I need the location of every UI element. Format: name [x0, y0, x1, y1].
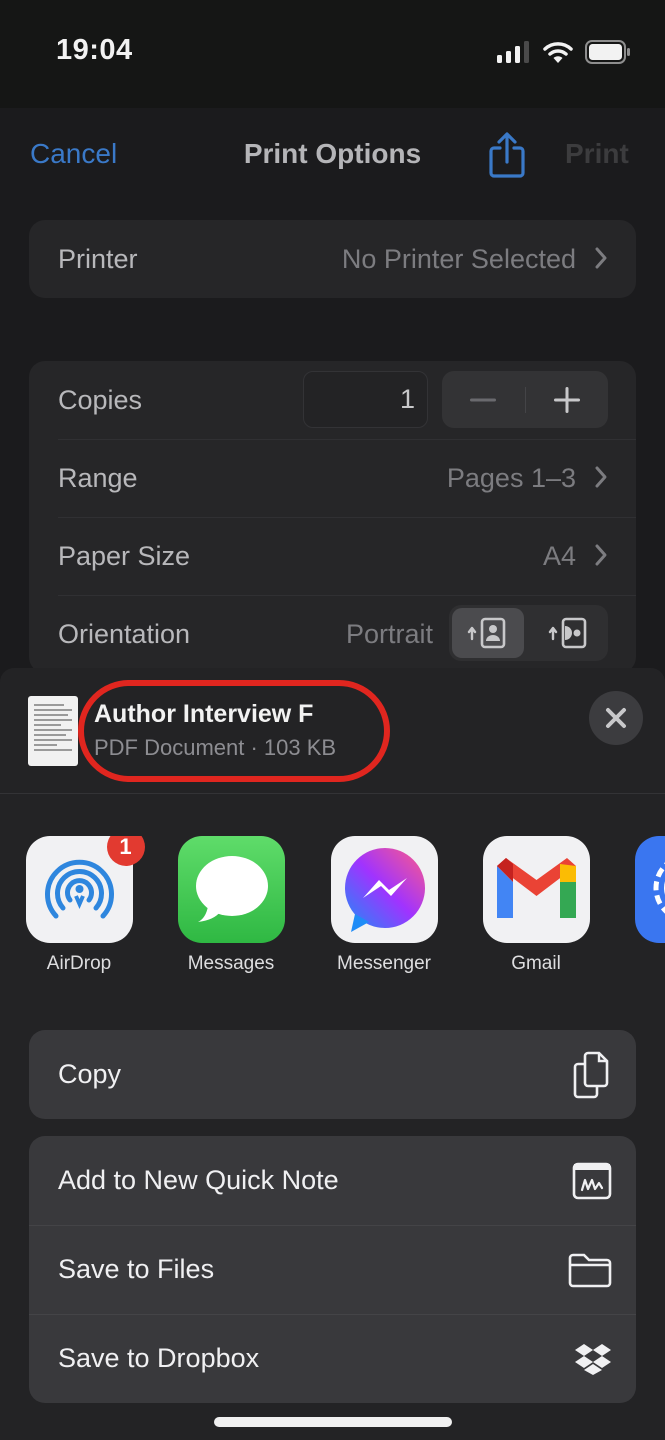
copies-row: Copies 1 — [29, 361, 636, 439]
battery-icon — [585, 40, 630, 64]
close-button[interactable] — [589, 691, 643, 745]
action-label: Add to New Quick Note — [58, 1165, 339, 1195]
document-thumbnail — [28, 696, 78, 766]
dropbox-icon — [574, 1343, 612, 1375]
action-label: Save to Dropbox — [58, 1343, 260, 1373]
save-to-dropbox-action[interactable]: Save to Dropbox — [29, 1314, 636, 1403]
printer-row[interactable]: Printer No Printer Selected — [29, 220, 636, 298]
status-icons — [497, 40, 631, 64]
app-row: 1 AirDrop Messages Messenger Gmail — [0, 836, 665, 986]
printer-label: Printer — [58, 243, 138, 274]
wifi-icon — [543, 42, 573, 63]
app-label: Gmail — [511, 953, 561, 974]
copies-stepper — [442, 371, 608, 428]
print-button[interactable]: Print — [565, 138, 629, 170]
app-signal[interactable]: S — [628, 836, 665, 975]
print-options-sheet: Print Options Cancel Print Printer No Pr… — [0, 108, 665, 708]
printer-value: No Printer Selected — [341, 243, 576, 274]
share-button[interactable] — [488, 132, 526, 183]
portrait-orientation-icon — [467, 617, 506, 649]
paper-size-value: A4 — [542, 540, 576, 571]
portrait-option[interactable] — [452, 608, 524, 658]
chevron-right-icon — [595, 466, 607, 488]
messages-icon — [177, 836, 285, 943]
orientation-value: Portrait — [345, 618, 433, 649]
folder-icon — [568, 1252, 612, 1288]
landscape-orientation-icon — [548, 617, 587, 649]
action-label: Copy — [58, 1059, 122, 1089]
minus-icon — [470, 398, 497, 401]
decrement-button[interactable] — [442, 371, 525, 428]
landscape-option[interactable] — [533, 608, 605, 658]
app-label: Messages — [187, 953, 275, 974]
paper-size-row[interactable]: Paper Size A4 — [29, 517, 636, 595]
action-label: Save to Files — [58, 1254, 215, 1284]
orientation-segmented-control — [449, 605, 608, 661]
copies-label: Copies — [58, 384, 143, 415]
quick-note-action[interactable]: Add to New Quick Note — [29, 1136, 636, 1225]
messenger-icon — [330, 836, 438, 943]
nav-bar: Print Options Cancel Print — [0, 108, 665, 204]
copy-icon — [572, 1051, 612, 1099]
app-gmail[interactable]: Gmail — [476, 836, 596, 975]
range-value: Pages 1–3 — [446, 462, 576, 493]
range-label: Range — [58, 462, 138, 493]
app-label: S — [628, 953, 665, 975]
gmail-icon — [482, 836, 590, 943]
cancel-button[interactable]: Cancel — [30, 138, 117, 170]
close-icon — [606, 708, 626, 728]
copy-action[interactable]: Copy — [29, 1030, 636, 1119]
chevron-right-icon — [595, 247, 607, 269]
print-settings-group: Copies 1 Range Pages 1–3 Paper Size A4 O… — [29, 361, 636, 673]
copies-input[interactable]: 1 — [303, 371, 428, 428]
paper-size-label: Paper Size — [58, 540, 191, 571]
share-sheet: Author Interview F PDF Document · 103 KB… — [0, 668, 665, 1440]
status-time: 19:04 — [56, 34, 133, 66]
app-label: AirDrop — [46, 953, 112, 974]
status-bar: 19:04 — [0, 0, 665, 108]
home-indicator[interactable] — [214, 1417, 452, 1427]
printer-group: Printer No Printer Selected — [29, 220, 636, 298]
secondary-actions: Add to New Quick Note Save to Files Save… — [29, 1136, 636, 1403]
chevron-right-icon — [595, 544, 607, 566]
range-row[interactable]: Range Pages 1–3 — [29, 439, 636, 517]
document-header: Author Interview F PDF Document · 103 KB — [0, 668, 665, 794]
plus-icon — [553, 386, 580, 413]
app-airdrop[interactable]: 1 AirDrop — [19, 836, 145, 975]
airdrop-icon: 1 — [25, 836, 145, 943]
quick-note-icon — [572, 1162, 612, 1200]
cellular-signal-icon — [497, 41, 529, 63]
red-highlight-annotation — [78, 680, 390, 782]
primary-actions: Copy — [29, 1030, 636, 1119]
app-label: Messenger — [337, 953, 431, 974]
share-icon — [489, 132, 525, 178]
save-to-files-action[interactable]: Save to Files — [29, 1225, 636, 1314]
signal-icon — [634, 836, 665, 943]
app-messages[interactable]: Messages — [171, 836, 291, 975]
increment-button[interactable] — [526, 371, 609, 428]
app-messenger[interactable]: Messenger — [324, 836, 444, 975]
orientation-label: Orientation — [58, 618, 191, 649]
orientation-row: Orientation Portrait — [29, 595, 636, 673]
